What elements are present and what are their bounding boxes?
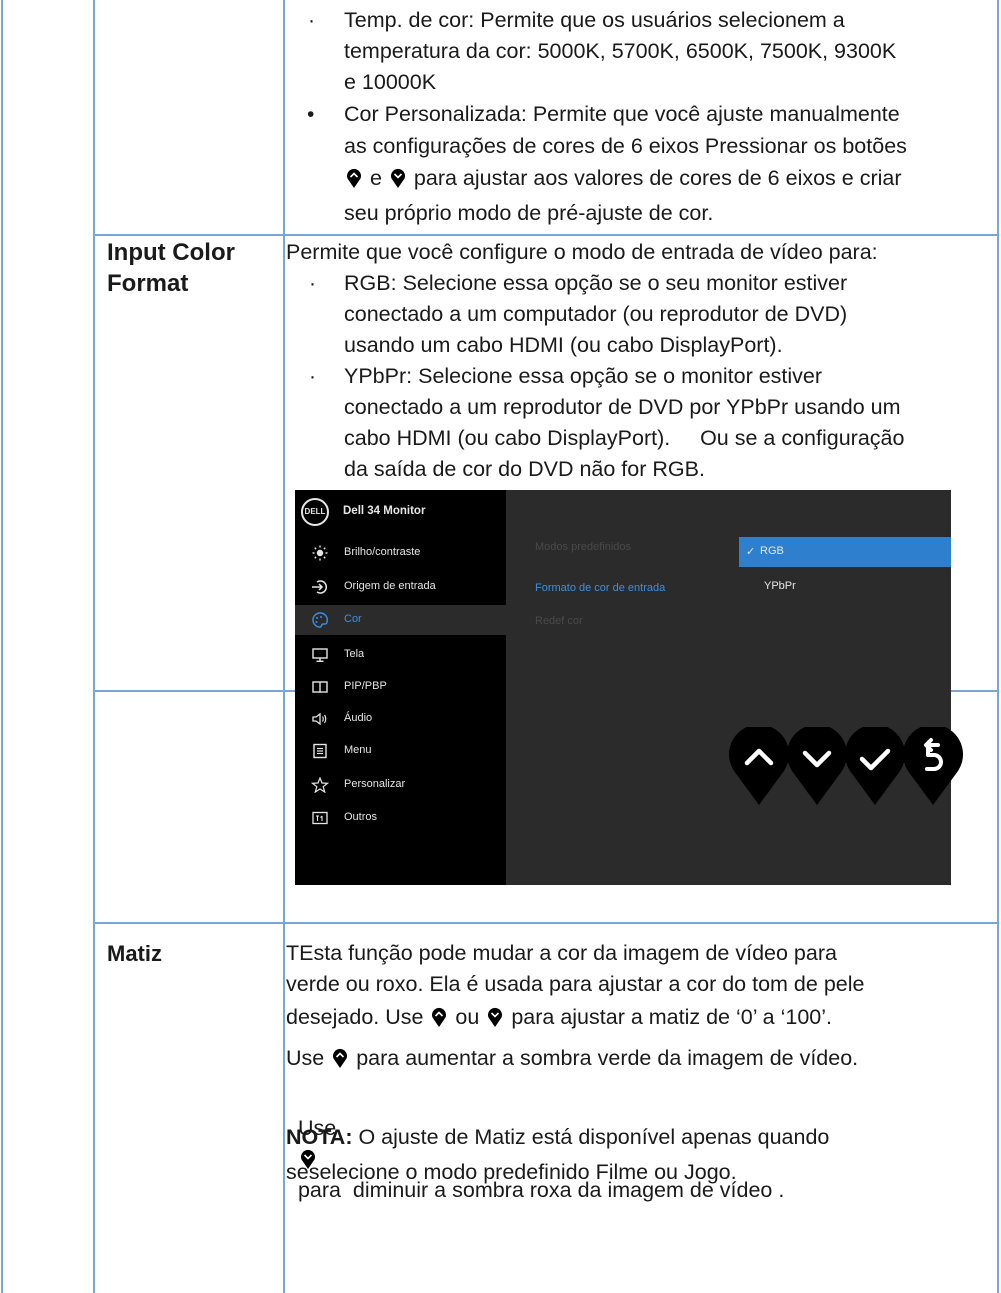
back-button-icon	[902, 724, 964, 805]
osd-item-others[interactable]: Outros	[295, 803, 506, 833]
osd-option-label: YPbPr	[764, 580, 796, 592]
desc: Permite que você ajuste manualmente	[532, 102, 900, 126]
table-border-col1	[93, 0, 95, 1293]
hue-line-4: Use para aumentar a sombra verde da imag…	[286, 1046, 859, 1070]
table-border-left	[1, 0, 3, 1293]
osd-item-color[interactable]: Cor	[295, 605, 506, 635]
osd-item-label: Personalizar	[344, 778, 406, 790]
custom-color-line-1: Cor Personalizada: Permite que você ajus…	[344, 102, 900, 126]
table-border-col2	[283, 0, 285, 1293]
up-button-icon	[431, 1007, 447, 1027]
menu-icon	[311, 743, 329, 759]
bullet: •	[307, 103, 315, 126]
ypbpr-line-4: da saída de cor do DVD não for RGB.	[344, 457, 705, 481]
hue-line-1: TEsta função pode mudar a cor da imagem …	[286, 941, 837, 965]
hue-line-2: verde ou roxo. Ela é usada para ajustar …	[286, 972, 865, 996]
color-palette-icon	[311, 612, 329, 628]
osd-item-label: Origem de entrada	[344, 580, 436, 592]
osd-item-audio[interactable]: Áudio	[295, 704, 506, 734]
osd-main-menu: DELL Dell 34 Monitor Brilho/contraste Or…	[295, 490, 506, 885]
desc: Permite que os usuários selecionem a	[480, 8, 845, 32]
ypbpr-line-2: conectado a um reprodutor de DVD por YPb…	[344, 395, 901, 419]
osd-submenu-input-color-format[interactable]: Formato de cor de entrada	[535, 582, 665, 594]
custom-color-line-2: as configurações de cores de 6 eixos Pre…	[344, 134, 907, 158]
up-button-icon	[332, 1048, 348, 1068]
osd-item-label: Cor	[344, 613, 362, 625]
pip-icon	[311, 679, 329, 695]
row-label-input-color-format-2: Format	[107, 270, 189, 297]
osd-option-ypbpr[interactable]: YPbPr	[739, 572, 951, 602]
term: Cor Personalizada	[344, 102, 521, 126]
osd-option-rgb[interactable]: ✓ RGB	[739, 537, 951, 567]
osd-submenu-panel: Modos predefinidos Formato de cor de ent…	[506, 490, 951, 885]
term: YPbPr:	[344, 364, 413, 388]
temp-color-line-1: Temp. de cor: Permite que os usuários se…	[344, 8, 845, 32]
audio-icon	[311, 711, 329, 727]
confirm-button-icon	[844, 724, 906, 805]
star-icon	[311, 777, 329, 793]
down-button-icon	[390, 168, 406, 188]
osd-title: Dell 34 Monitor	[343, 505, 426, 517]
osd-item-personalize[interactable]: Personalizar	[295, 770, 506, 800]
osd-option-label: RGB	[760, 545, 784, 557]
ypbpr-line-1: YPbPr: Selecione essa opção se o monitor…	[344, 364, 823, 388]
down-button-icon	[487, 1007, 503, 1027]
row-label-input-color-format: Input Color	[107, 239, 235, 266]
osd-item-label: Tela	[344, 648, 365, 660]
osd-item-display[interactable]: Tela	[295, 640, 506, 670]
check-icon: ✓	[746, 546, 756, 558]
row-divider-1	[93, 234, 999, 236]
table-border-right	[997, 0, 999, 235]
temp-color-line-3: e 10000K	[344, 70, 437, 94]
bullet: ·	[309, 365, 316, 388]
ypbpr-line-3: cabo HDMI (ou cabo DisplayPort). Ou se a…	[344, 426, 905, 450]
term: RGB:	[344, 271, 397, 295]
row-divider-3	[93, 922, 999, 924]
osd-item-pip[interactable]: PIP/PBP	[295, 672, 506, 702]
up-button-icon	[728, 724, 790, 805]
hue-line-3: desejado. Use ou para ajustar a matiz de…	[286, 1005, 832, 1029]
table-border-right	[997, 235, 999, 1293]
down-button-icon	[786, 724, 848, 805]
osd-submenu-reset-color[interactable]: Redef cor	[535, 615, 583, 627]
others-icon	[311, 810, 329, 826]
osd-item-label: Menu	[344, 744, 372, 756]
row-label-hue: Matiz	[107, 941, 162, 966]
note-label: NOTA:	[286, 1125, 353, 1149]
rgb-line-1: RGB: Selecione essa opção se o seu monit…	[344, 271, 848, 295]
osd-item-label: PIP/PBP	[344, 680, 387, 692]
up-button-icon	[346, 168, 362, 188]
osd-item-label: Áudio	[344, 712, 373, 724]
osd-item-input-source[interactable]: Origem de entrada	[295, 572, 506, 602]
bullet: ·	[308, 9, 315, 32]
input-color-intro: Permite que você configure o modo de ent…	[286, 240, 878, 264]
rgb-line-2: conectado a um computador (ou reprodutor…	[344, 302, 848, 326]
osd-item-brightness[interactable]: Brilho/contraste	[295, 538, 506, 568]
temp-color-line-2: temperatura da cor: 5000K, 5700K, 6500K,…	[344, 39, 897, 63]
display-icon	[311, 647, 329, 663]
osd-menu-screenshot: DELL Dell 34 Monitor Brilho/contraste Or…	[295, 490, 951, 885]
input-source-icon	[311, 579, 329, 595]
osd-item-label: Outros	[344, 811, 378, 823]
custom-color-line-4: seu próprio modo de pré-ajuste de cor.	[344, 201, 714, 225]
hue-note-line-1: NOTA: O ajuste de Matiz está disponível …	[286, 1125, 830, 1149]
osd-item-menu[interactable]: Menu	[295, 736, 506, 766]
bullet: ·	[309, 272, 316, 295]
osd-item-label: Brilho/contraste	[344, 546, 421, 558]
osd-submenu-preset-modes[interactable]: Modos predefinidos	[535, 541, 631, 553]
custom-color-line-3: e para ajustar aos valores de cores de 6…	[344, 163, 902, 194]
hue-note-line-2: seselecione o modo predefinido Filme ou …	[286, 1160, 737, 1184]
dell-logo: DELL	[301, 498, 329, 526]
brightness-icon	[311, 545, 329, 561]
term: Temp. de cor	[344, 8, 469, 32]
rgb-line-3: usando um cabo HDMI (ou cabo DisplayPort…	[344, 333, 783, 357]
